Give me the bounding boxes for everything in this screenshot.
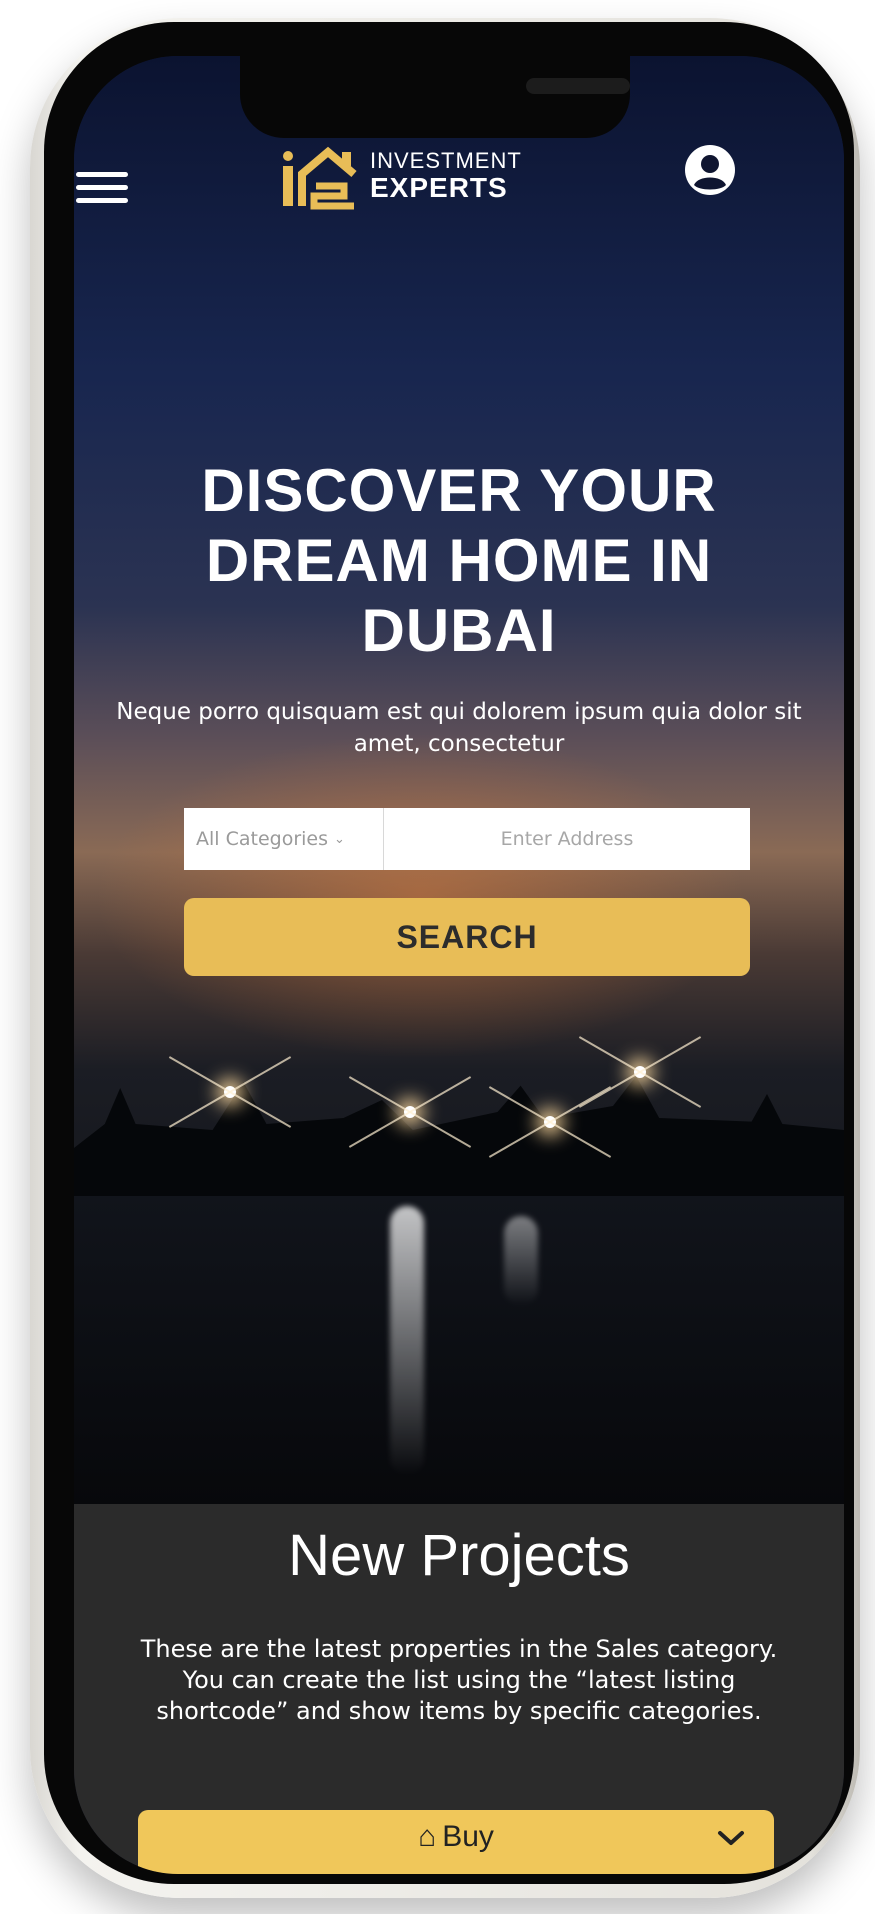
water-reflection bbox=[74, 1196, 844, 1506]
brand-logo[interactable]: INVESTMENT EXPERTS bbox=[280, 142, 522, 210]
light-reflection bbox=[390, 1206, 424, 1476]
hero-subtitle: Neque porro quisquam est qui dolorem ips… bbox=[116, 699, 802, 757]
user-circle-icon bbox=[685, 145, 735, 195]
phone-notch bbox=[240, 56, 630, 138]
hamburger-menu-icon bbox=[76, 172, 128, 177]
account-button[interactable] bbox=[684, 144, 736, 196]
city-skyline bbox=[74, 1076, 844, 1196]
buy-dropdown-label: Buy bbox=[442, 1820, 494, 1853]
buy-dropdown-label-wrap: ⌂ Buy bbox=[138, 1820, 774, 1854]
light-reflection bbox=[504, 1216, 538, 1306]
light-flare bbox=[224, 1086, 236, 1098]
category-select-value: All Categories bbox=[196, 828, 329, 850]
home-icon: ⌂ bbox=[418, 1820, 437, 1853]
logo-mark-icon bbox=[283, 146, 357, 210]
new-projects-section: New Projects These are the latest proper… bbox=[74, 1504, 844, 1874]
section-description: These are the latest properties in the S… bbox=[140, 1635, 778, 1725]
phone-screen: INVESTMENT EXPERTS DISCOVER YOUR DREAM H… bbox=[74, 56, 844, 1874]
search-button[interactable]: SEARCH bbox=[184, 898, 750, 976]
section-title: New Projects bbox=[288, 1523, 630, 1588]
chevron-down-icon bbox=[718, 1831, 744, 1845]
chevron-down-icon: ⌄ bbox=[334, 831, 345, 847]
category-select[interactable]: All Categories ⌄ bbox=[184, 808, 384, 870]
address-input[interactable] bbox=[384, 808, 750, 870]
search-form: All Categories ⌄ bbox=[184, 808, 750, 870]
hero-headline: DISCOVER YOUR DREAM HOME IN DUBAI bbox=[201, 457, 717, 664]
logo-text: INVESTMENT EXPERTS bbox=[370, 150, 522, 202]
buy-dropdown[interactable]: ⌂ Buy bbox=[138, 1810, 774, 1874]
hero-background bbox=[74, 56, 844, 1506]
phone-speaker bbox=[526, 78, 630, 94]
light-flare bbox=[544, 1116, 556, 1128]
logo-line-experts: EXPERTS bbox=[370, 172, 508, 203]
menu-button[interactable] bbox=[76, 164, 132, 212]
logo-line-investment: INVESTMENT bbox=[370, 148, 522, 173]
light-flare bbox=[634, 1066, 646, 1078]
light-flare bbox=[404, 1106, 416, 1118]
